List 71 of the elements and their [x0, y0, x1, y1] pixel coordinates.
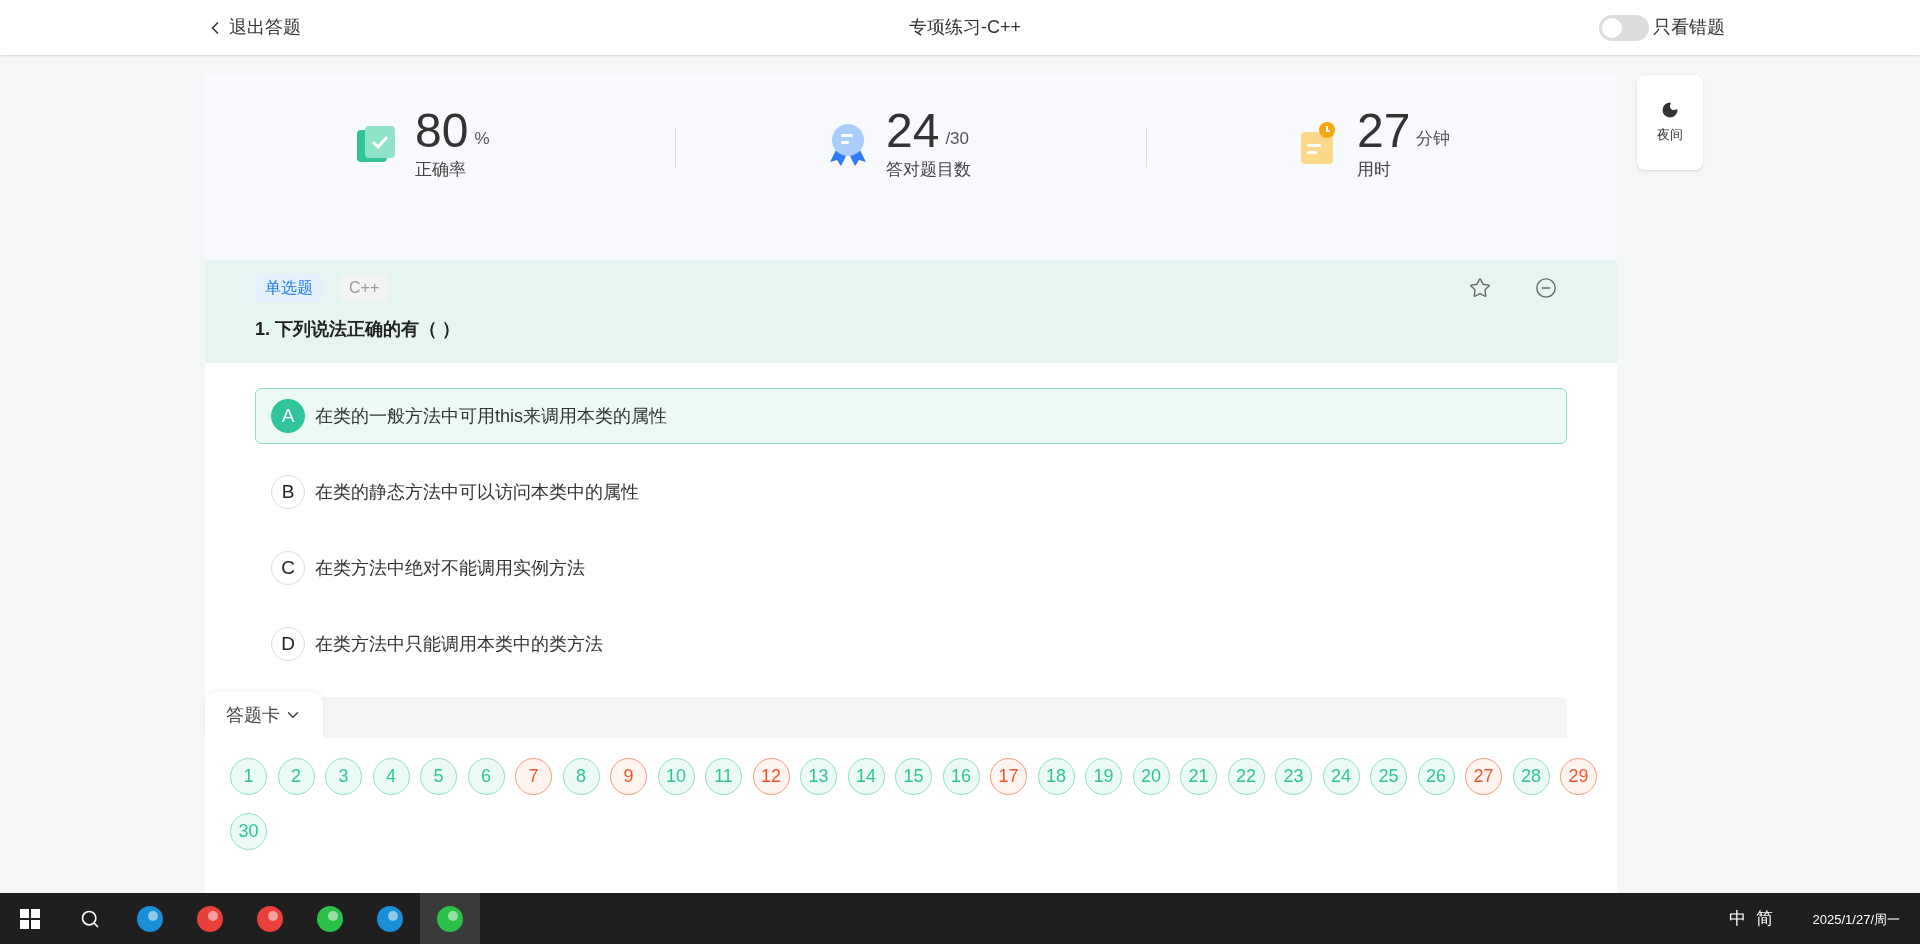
- wrong-only-toggle[interactable]: [1599, 14, 1649, 41]
- question-number[interactable]: 4: [372, 758, 410, 795]
- option-letter: C: [271, 551, 305, 585]
- question-number[interactable]: 21: [1180, 758, 1217, 795]
- question-type-tag: 单选题: [255, 274, 323, 302]
- question-number[interactable]: 15: [895, 758, 932, 795]
- question-number[interactable]: 17: [990, 758, 1027, 795]
- back-button[interactable]: 退出答题: [205, 14, 505, 41]
- input-method-indicator[interactable]: 简: [1755, 905, 1773, 932]
- option-text: 在类方法中只能调用本类中的类方法: [315, 632, 603, 656]
- language-tag: C++: [339, 274, 390, 302]
- question-number[interactable]: 27: [1465, 758, 1502, 795]
- question-number[interactable]: 8: [562, 758, 600, 795]
- question-number[interactable]: 6: [467, 758, 505, 795]
- question-number[interactable]: 22: [1227, 758, 1265, 795]
- stat-value: 27: [1357, 105, 1411, 157]
- remove-icon[interactable]: [1535, 277, 1557, 299]
- search-icon[interactable]: [80, 908, 100, 929]
- app-icon[interactable]: [375, 903, 405, 934]
- toggle-label: 只看错题: [1653, 16, 1725, 39]
- question-number[interactable]: 14: [847, 758, 885, 795]
- stat-label: 用时: [1357, 159, 1392, 181]
- stat-unit: /30: [945, 127, 970, 150]
- answer-card-tab[interactable]: 答题卡: [205, 692, 323, 738]
- question-number[interactable]: 29: [1560, 758, 1597, 795]
- question-number[interactable]: 9: [610, 758, 647, 795]
- stat-unit: %: [474, 127, 490, 150]
- question-number[interactable]: 24: [1322, 758, 1360, 795]
- question-number[interactable]: 23: [1275, 758, 1312, 795]
- option-letter: A: [271, 399, 305, 433]
- night-mode-button[interactable]: 夜间: [1637, 75, 1703, 170]
- app-icon[interactable]: [255, 903, 285, 934]
- question-number[interactable]: 7: [515, 758, 552, 795]
- question-number[interactable]: 20: [1132, 758, 1170, 795]
- stat-value: 80: [415, 105, 469, 157]
- question-number[interactable]: 18: [1037, 758, 1075, 795]
- answer-option[interactable]: A 在类的一般方法中可用this来调用本类的属性: [255, 388, 1567, 444]
- option-text: 在类的静态方法中可以访问本类中的属性: [315, 480, 639, 504]
- question-number[interactable]: 11: [705, 758, 742, 795]
- input-method-indicator[interactable]: 中: [1728, 905, 1746, 932]
- question-number[interactable]: 10: [657, 758, 695, 795]
- option-text: 在类方法中绝对不能调用实例方法: [315, 556, 585, 580]
- question-number[interactable]: 25: [1370, 758, 1407, 795]
- question-number[interactable]: 13: [800, 758, 837, 795]
- page-title: 专项练习-C++: [908, 16, 1022, 39]
- stat-label: 答对题目数: [886, 159, 971, 181]
- windows-start-icon[interactable]: [20, 908, 40, 929]
- taskbar-date: 2025/1/27/周一: [1812, 910, 1900, 929]
- stat-unit: 分钟: [1416, 127, 1451, 150]
- question-number[interactable]: 5: [420, 758, 457, 795]
- stat-value: 24: [886, 105, 940, 157]
- question-number[interactable]: 12: [752, 758, 790, 795]
- favorite-star-icon[interactable]: [1469, 277, 1491, 299]
- app-icon[interactable]: [435, 903, 465, 934]
- question-number[interactable]: 2: [277, 758, 315, 795]
- app-icon[interactable]: [135, 903, 165, 934]
- question-number[interactable]: 19: [1085, 758, 1122, 795]
- question-title: 1. 下列说法正确的有（ ）: [255, 318, 461, 341]
- stat-label: 正确率: [415, 159, 467, 181]
- app-icon[interactable]: [315, 903, 345, 934]
- app-icon[interactable]: [195, 903, 225, 934]
- question-number[interactable]: 26: [1417, 758, 1455, 795]
- question-number[interactable]: 30: [230, 813, 267, 850]
- option-text: 在类的一般方法中可用this来调用本类的属性: [315, 404, 667, 428]
- moon-icon: [1661, 100, 1679, 119]
- option-letter: D: [271, 627, 305, 661]
- option-letter: B: [271, 475, 305, 509]
- question-number[interactable]: 1: [230, 758, 267, 795]
- question-number[interactable]: 28: [1512, 758, 1550, 795]
- question-number[interactable]: 3: [325, 758, 362, 795]
- question-number[interactable]: 16: [942, 758, 980, 795]
